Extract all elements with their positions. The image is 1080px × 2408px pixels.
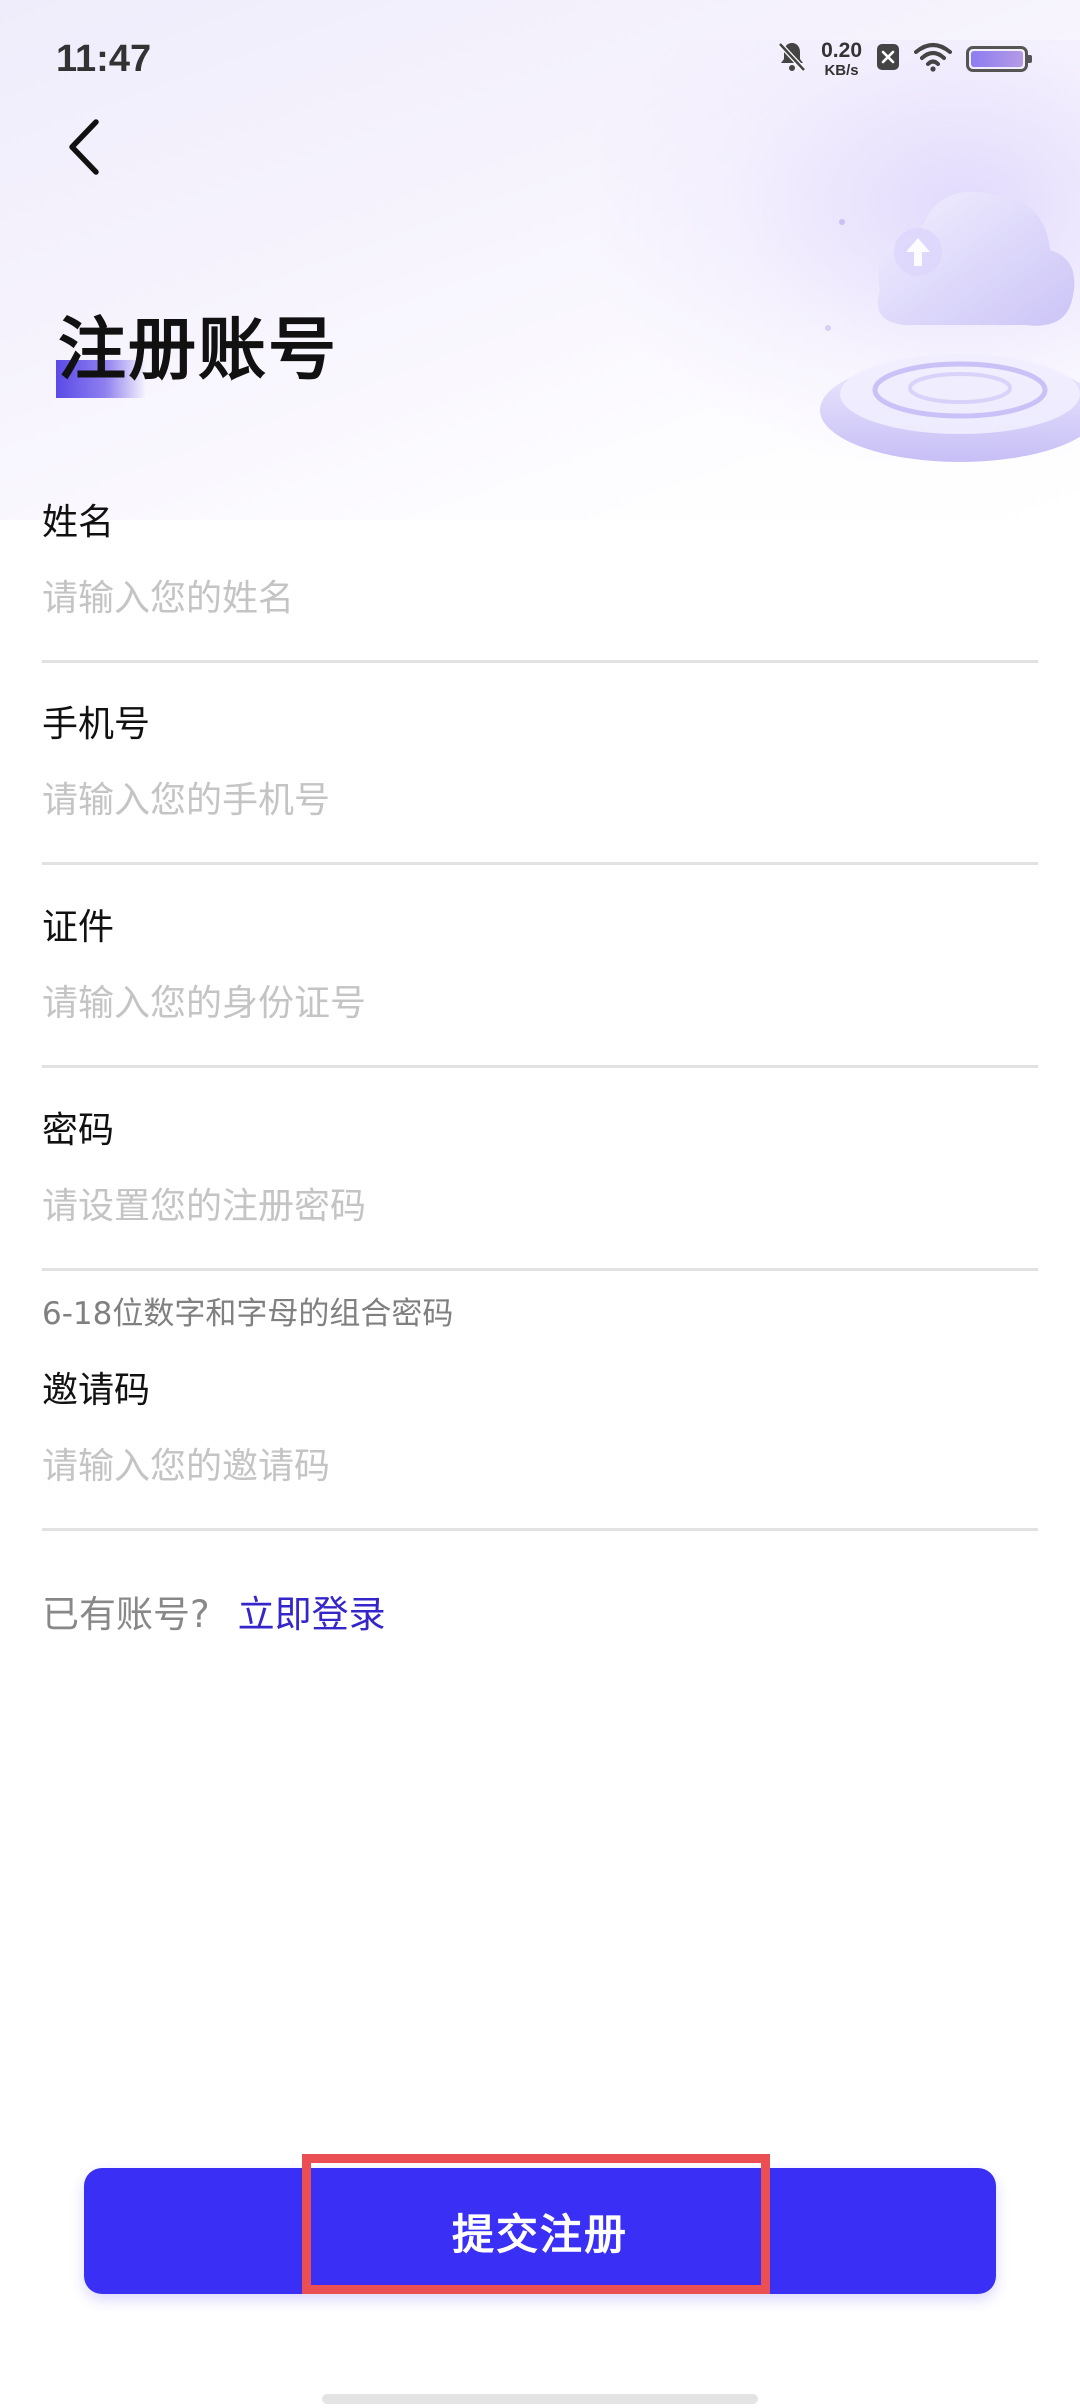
bell-mute-icon (777, 40, 807, 78)
divider (42, 862, 1038, 865)
name-label: 姓名 (42, 502, 115, 543)
page-title: 注册账号 (58, 311, 339, 390)
battery-level (971, 51, 1023, 67)
battery-icon (966, 46, 1032, 72)
invite-label: 邀请码 (42, 1370, 151, 1411)
divider (42, 1065, 1038, 1068)
divider (42, 1268, 1038, 1271)
status-time: 11:47 (56, 38, 152, 80)
divider (42, 660, 1038, 663)
divider (42, 1528, 1038, 1531)
login-link[interactable]: 立即登录 (238, 1593, 386, 1636)
id-input[interactable] (42, 973, 1038, 1033)
phone-label: 手机号 (42, 704, 151, 745)
close-box-icon (876, 43, 900, 75)
password-label: 密码 (42, 1110, 115, 1151)
name-input[interactable] (42, 568, 1038, 628)
login-prefix: 已有账号? (42, 1593, 210, 1636)
status-bar: 11:47 0.20 KB/s (0, 0, 1080, 120)
wifi-icon (914, 42, 952, 76)
cloud-upload-illustration (810, 140, 1080, 480)
home-indicator (322, 2394, 758, 2404)
back-button[interactable] (56, 112, 112, 182)
submit-button[interactable]: 提交注册 (84, 2168, 996, 2294)
net-speed-unit: KB/s (824, 62, 859, 79)
chevron-left-icon (69, 119, 99, 175)
phone-input[interactable] (42, 770, 1038, 830)
net-speed: 0.20 KB/s (821, 40, 862, 78)
password-hint: 6-18位数字和字母的组合密码 (42, 1296, 454, 1332)
login-prompt: 已有账号? 立即登录 (42, 1592, 386, 1638)
id-label: 证件 (42, 907, 115, 948)
status-icons: 0.20 KB/s (777, 40, 1032, 78)
password-input[interactable] (42, 1176, 1038, 1236)
invite-input[interactable] (42, 1436, 1038, 1496)
net-speed-value: 0.20 (821, 39, 862, 62)
